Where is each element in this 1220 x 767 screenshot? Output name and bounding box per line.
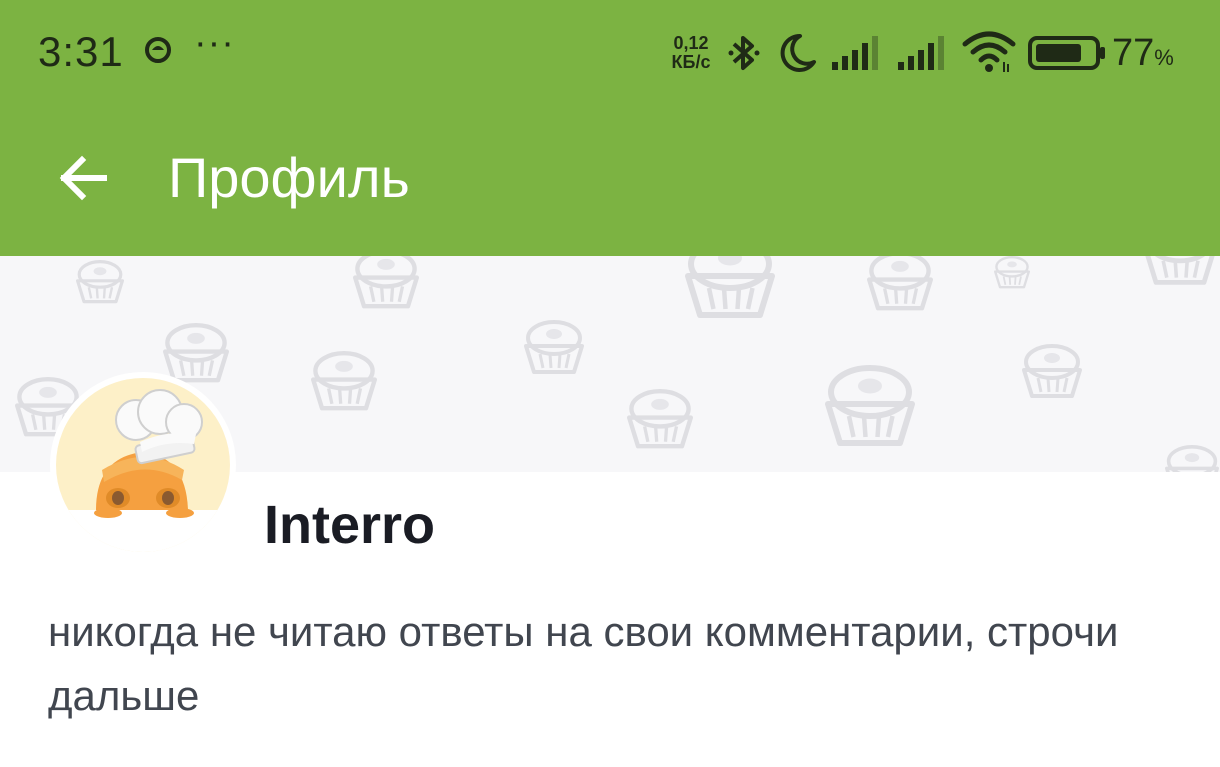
signal-sim1-icon bbox=[832, 36, 878, 70]
more-notifications-indicator: ··· bbox=[194, 22, 235, 64]
arrow-left-icon bbox=[59, 155, 107, 201]
signal-sim2-icon bbox=[898, 36, 944, 70]
back-button[interactable] bbox=[52, 148, 118, 208]
network-speed-unit: КБ/с bbox=[671, 52, 711, 72]
battery-percent-sign: % bbox=[1154, 45, 1174, 70]
network-speed: 0,12 КБ/с bbox=[666, 34, 716, 72]
battery-percent-value: 77 bbox=[1112, 32, 1155, 74]
profile-username: Interro bbox=[264, 495, 436, 555]
profile-bio: никогда не читаю ответы на свои коммента… bbox=[48, 608, 1119, 719]
status-time: 3:31 bbox=[38, 28, 124, 75]
app-notification-icon bbox=[145, 37, 171, 63]
avatar[interactable] bbox=[50, 372, 236, 558]
avatar-image bbox=[56, 378, 230, 552]
wifi-icon bbox=[962, 31, 1016, 72]
network-speed-value: 0,12 bbox=[673, 33, 709, 53]
battery-icon bbox=[1028, 36, 1105, 70]
chef-mascot-icon bbox=[56, 389, 230, 552]
bluetooth-icon bbox=[728, 36, 760, 70]
page-title: Профиль bbox=[168, 146, 410, 209]
do-not-disturb-moon-icon bbox=[780, 33, 816, 72]
status-bar: 3:31 ··· 0,12 КБ/с 77% bbox=[0, 0, 1220, 110]
battery-percent: 77% bbox=[1112, 32, 1174, 75]
